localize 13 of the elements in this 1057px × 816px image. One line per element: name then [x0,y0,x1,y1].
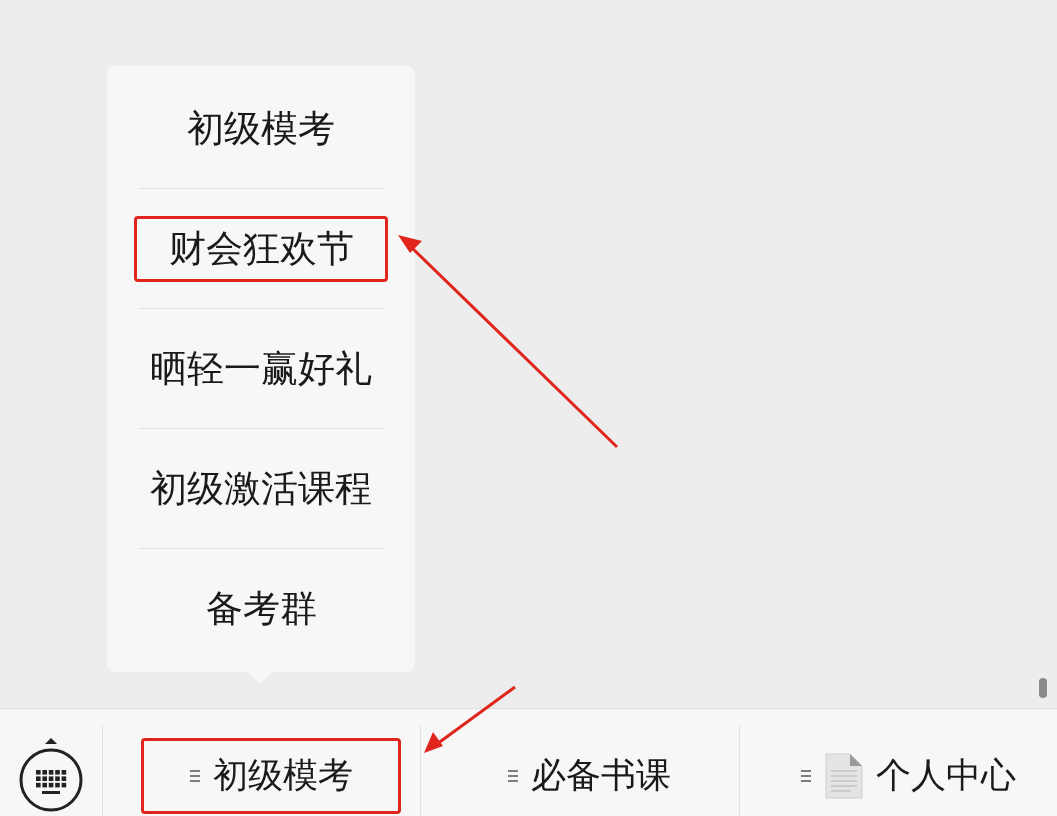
menu-item[interactable]: 晒轻一赢好礼 [134,335,388,402]
menu-item[interactable]: 初级模考 [134,95,388,162]
menu-item[interactable]: 备考群 [134,575,388,642]
document-icon [823,752,864,799]
menu-item[interactable]: 初级激活课程 [134,455,388,522]
menu-tab[interactable]: 个人中心 [777,737,1038,814]
menu-tab[interactable]: 初级模考 [141,737,401,814]
scrollbar-icon [1039,678,1047,698]
menu-icon [799,768,812,783]
menu-item[interactable]: 财会狂欢节 [134,215,388,282]
menu-icon [507,768,520,783]
menu-icon [189,768,201,783]
menu-tab[interactable]: 必备书课 [459,737,720,814]
